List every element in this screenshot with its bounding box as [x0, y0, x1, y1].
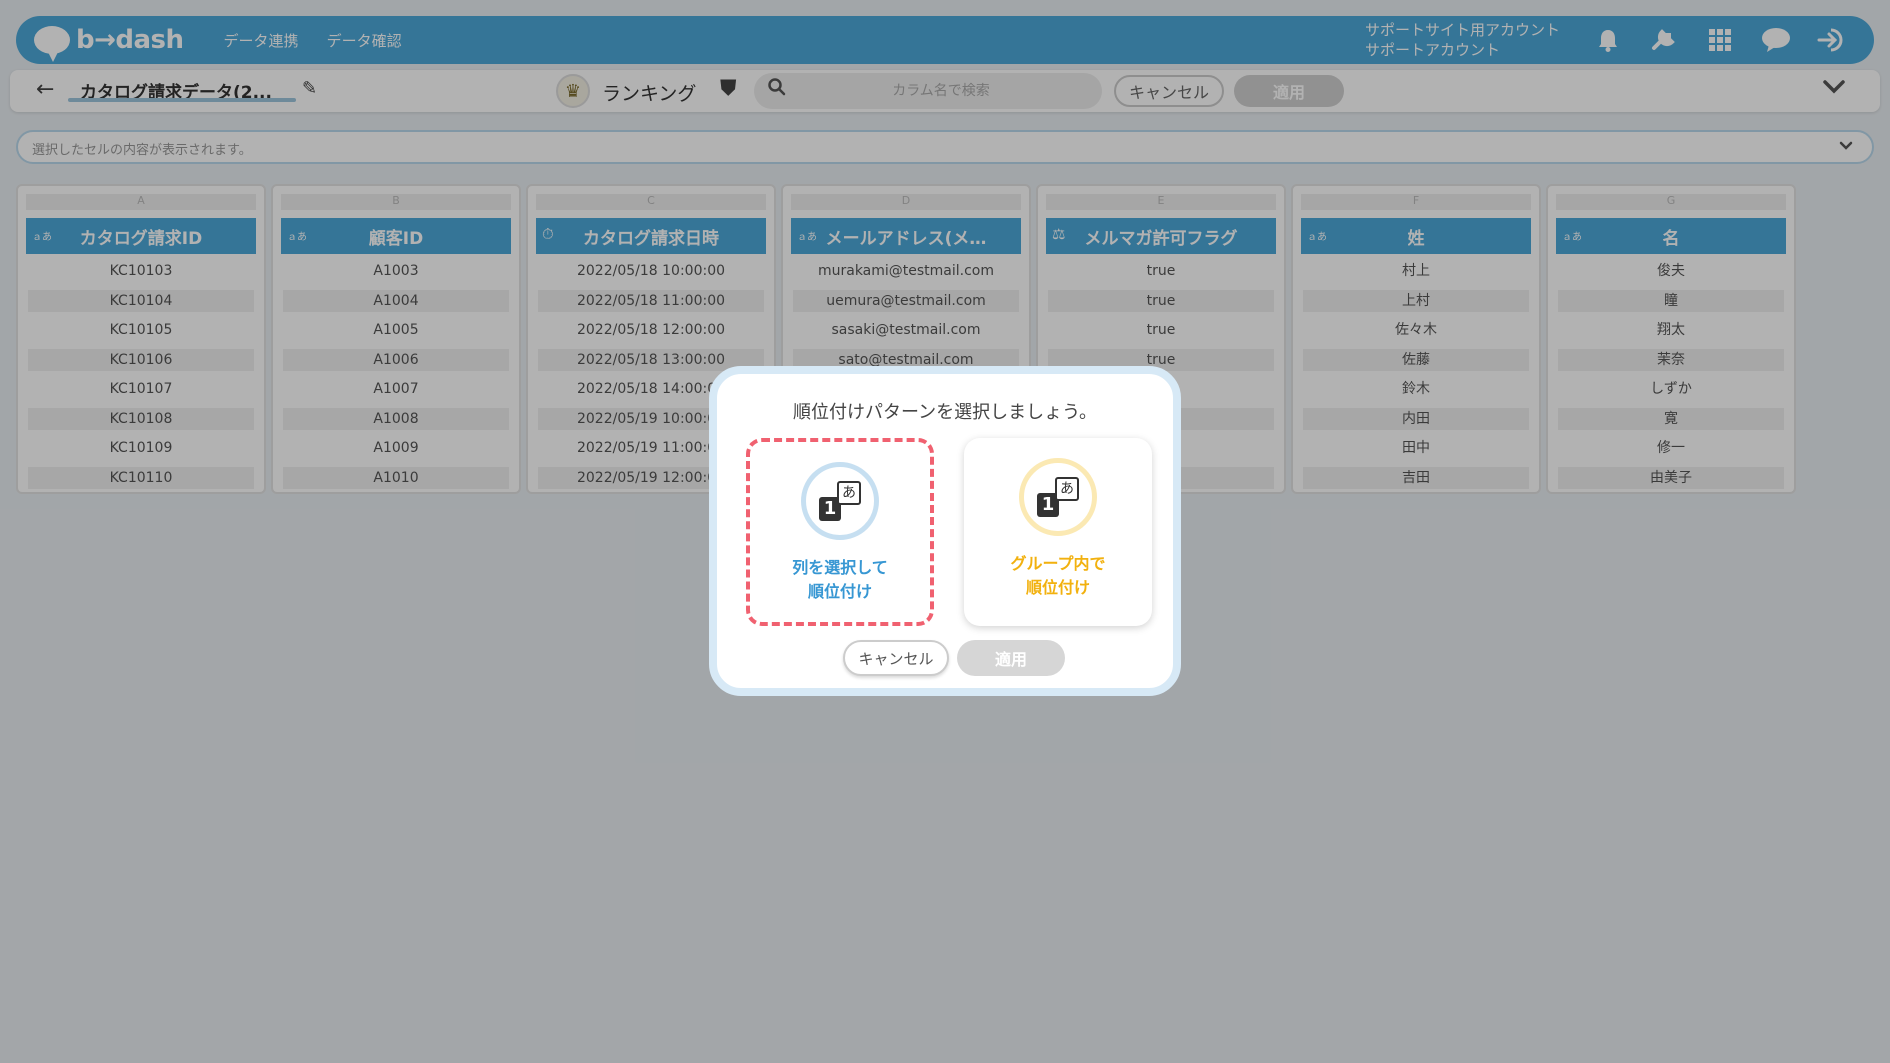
dialog-cancel-button[interactable]: キャンセル	[843, 640, 949, 676]
option-rank-within-group-label: グループ内で 順位付け	[964, 552, 1152, 600]
rank-sort-icon: 1 あ	[1019, 458, 1097, 536]
dialog-title: 順位付けパターンを選択しましょう。	[792, 402, 1098, 423]
rank-sort-icon: 1 あ	[801, 462, 879, 540]
ranking-pattern-dialog: 順位付けパターンを選択しましょう。 1 あ 列を選択して 順位付け 1 あ グル…	[709, 366, 1181, 696]
glyph-kana: あ	[837, 481, 861, 505]
option-label-line: グループ内で	[1010, 554, 1106, 573]
option-label-line: 順位付け	[807, 582, 872, 601]
glyph-kana: あ	[1055, 477, 1079, 501]
option-rank-within-group[interactable]: 1 あ グループ内で 順位付け	[964, 438, 1152, 626]
option-label-line: 順位付け	[1025, 578, 1090, 597]
option-rank-by-column[interactable]: 1 あ 列を選択して 順位付け	[746, 438, 934, 626]
option-label-line: 列を選択して	[792, 558, 888, 577]
dialog-apply-button[interactable]: 適用	[957, 640, 1065, 676]
option-rank-by-column-label: 列を選択して 順位付け	[750, 556, 930, 604]
